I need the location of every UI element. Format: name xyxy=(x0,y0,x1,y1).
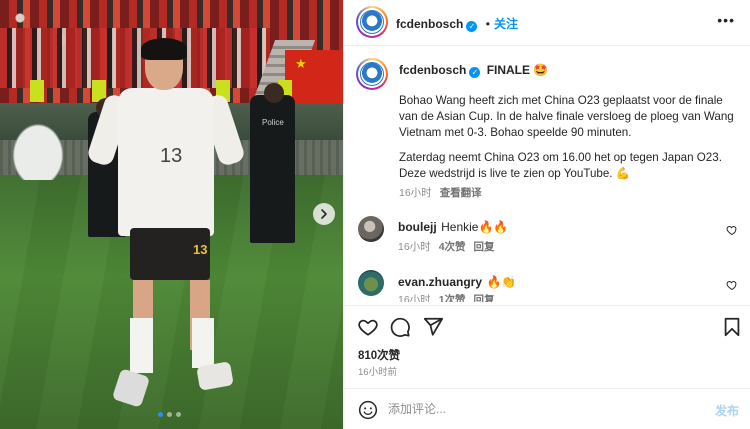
heart-icon[interactable] xyxy=(357,316,379,338)
header-username[interactable]: fcdenbosch xyxy=(396,17,463,31)
post-header: fcdenbosch ✓ • 关注 ••• xyxy=(344,0,750,46)
carousel-dots xyxy=(158,412,181,417)
comment-composer: 发布 xyxy=(344,388,750,429)
comment-body: evan.zhuangry 🔥👏 xyxy=(398,273,516,291)
verified-badge-icon: ✓ xyxy=(466,21,478,32)
commenter-username[interactable]: boulejj xyxy=(398,220,437,234)
heart-icon[interactable] xyxy=(726,224,738,236)
player-sock-left xyxy=(130,318,153,373)
separator-dot: • xyxy=(485,17,490,31)
carousel-next-button[interactable] xyxy=(313,203,335,225)
caption-avatar[interactable] xyxy=(356,58,388,90)
post-time: 16小时前 xyxy=(358,367,398,378)
follow-button[interactable]: 关注 xyxy=(494,17,518,31)
caption-username[interactable]: fcdenbosch xyxy=(399,63,466,77)
fcdenbosch-logo xyxy=(360,10,384,34)
reply-button[interactable]: 回复 xyxy=(474,241,495,253)
comment-icon[interactable] xyxy=(389,316,411,338)
bookmark-icon[interactable] xyxy=(721,316,743,338)
comment-item: boulejj Henkie🔥🔥 16小时 4次赞 回复 xyxy=(358,216,738,256)
emoji-icon[interactable] xyxy=(358,400,378,420)
comment-text: 🔥👏 xyxy=(486,275,517,289)
fcdenbosch-logo xyxy=(360,62,384,86)
action-bar xyxy=(344,305,750,345)
see-translation-link[interactable]: 查看翻译 xyxy=(440,187,482,199)
carousel-dot xyxy=(176,412,181,417)
comment-text: Henkie🔥🔥 xyxy=(441,220,509,234)
heart-icon[interactable] xyxy=(726,279,738,291)
police-officer-head xyxy=(264,83,284,103)
carousel-dot xyxy=(167,412,172,417)
caption-time: 16小时 xyxy=(399,187,432,199)
comment-meta: 16小时 1次赞 回复 xyxy=(398,292,495,302)
account-avatar[interactable] xyxy=(356,6,388,38)
caption-meta: 16小时 查看翻译 xyxy=(399,185,482,200)
verified-badge-icon: ✓ xyxy=(469,67,481,78)
commenter-avatar[interactable] xyxy=(358,216,384,242)
likes-count[interactable]: 810次赞 xyxy=(358,347,400,363)
chevron-right-icon xyxy=(321,209,327,219)
shorts-number: 13 xyxy=(193,242,208,257)
comment-input[interactable] xyxy=(388,399,688,419)
player-sock-right xyxy=(192,318,214,368)
comment-time: 16小时 xyxy=(398,241,431,253)
crowd-fans xyxy=(0,28,270,88)
header-user-row: fcdenbosch ✓ • 关注 xyxy=(396,15,518,33)
comment-time: 16小时 xyxy=(398,294,431,302)
police-vest-text: Police xyxy=(262,118,284,127)
comment-item: evan.zhuangry 🔥👏 16小时 1次赞 回复 xyxy=(358,270,738,302)
carousel-dot xyxy=(158,412,163,417)
comment-body: boulejj Henkie🔥🔥 xyxy=(398,218,508,236)
commenter-username[interactable]: evan.zhuangry xyxy=(398,275,482,289)
commenter-avatar[interactable] xyxy=(358,270,384,296)
more-icon[interactable]: ••• xyxy=(717,13,735,27)
share-icon[interactable] xyxy=(422,316,444,338)
comment-likes[interactable]: 4次赞 xyxy=(439,241,466,253)
caption-title: FINALE 🤩 xyxy=(486,63,549,77)
post-photo[interactable]: Police 13 13 xyxy=(0,0,343,429)
caption-paragraph-2: Zaterdag neemt China O23 om 16.00 het op… xyxy=(399,151,726,180)
comment-meta: 16小时 4次赞 回复 xyxy=(398,239,495,254)
reply-button[interactable]: 回复 xyxy=(474,294,495,302)
caption-paragraph-1: Bohao Wang heeft zich met China O23 gepl… xyxy=(399,94,737,139)
post-side-panel: fcdenbosch ✓ • 关注 ••• fcdenbosch ✓ FINALE 🤩… xyxy=(343,0,750,429)
jersey-number: 13 xyxy=(160,145,183,167)
caption-title-row: fcdenbosch ✓ FINALE 🤩 xyxy=(399,63,548,78)
comment-likes[interactable]: 1次赞 xyxy=(439,294,466,302)
post-comment-button[interactable]: 发布 xyxy=(715,402,739,419)
equipment-bag xyxy=(8,118,68,180)
player-hair xyxy=(141,38,187,60)
